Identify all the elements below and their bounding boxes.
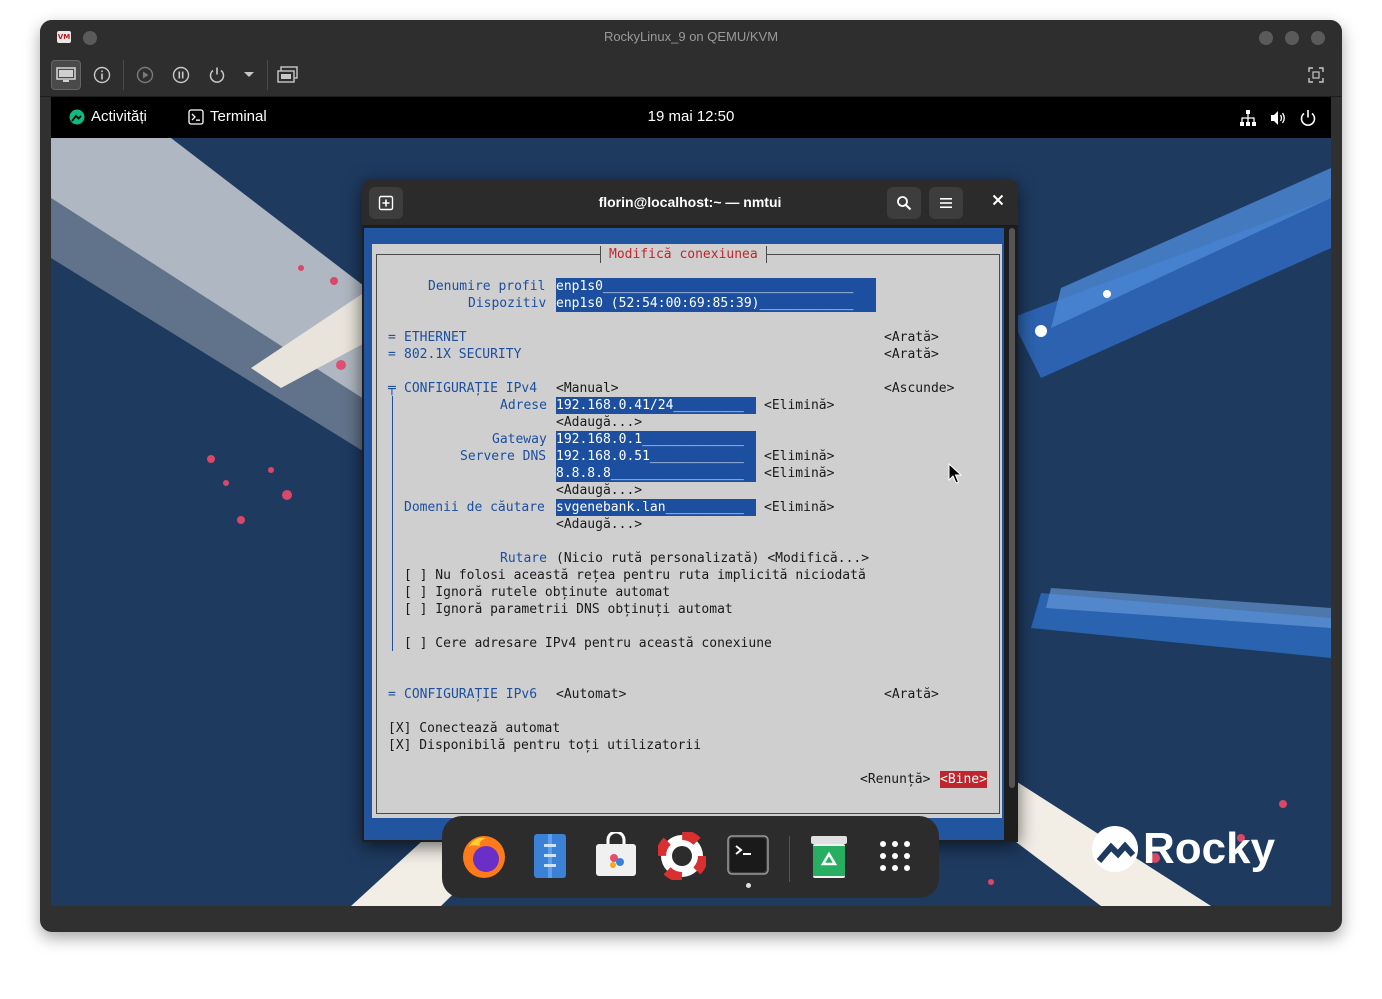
terminal-scrollbar[interactable]	[1009, 228, 1015, 788]
addresses-label: Adrese	[500, 398, 547, 413]
ipv6-mode-dropdown[interactable]: <Automat>	[556, 686, 626, 703]
search-icon	[897, 196, 912, 211]
ipv6-marker: =	[388, 687, 396, 702]
ipv6-section-label: CONFIGURAȚIE IPv6	[404, 687, 538, 702]
shutdown-icon[interactable]	[202, 60, 232, 90]
window-titlebar[interactable]: VM RockyLinux_9 on QEMU/KVM	[40, 20, 1342, 54]
toolbar-separator	[123, 60, 124, 90]
address-field[interactable]: 192.168.0.41/24_________	[556, 397, 756, 414]
ethernet-section-label: ETHERNET	[404, 330, 467, 345]
volume-icon[interactable]	[1269, 109, 1287, 127]
gateway-field[interactable]: 192.168.0.1_____________	[556, 431, 756, 448]
search-domain-add-button[interactable]: <Adaugă...>	[556, 516, 642, 533]
dropdown-icon[interactable]	[234, 60, 264, 90]
terminal-window[interactable]: florin@localhost:~ — nmtui Modifică cone	[362, 180, 1018, 842]
terminal-icon[interactable]	[724, 832, 772, 880]
mouse-cursor-icon	[948, 463, 962, 484]
dns-field-2[interactable]: 8.8.8.8_________________	[556, 465, 756, 482]
gateway-label: Gateway	[492, 432, 547, 447]
dash-dock	[442, 816, 939, 898]
dns-2-remove-button[interactable]: <Elimină>	[764, 465, 834, 482]
ignore-routes-checkbox[interactable]: [ ] Ignoră rutele obținute automat	[404, 584, 670, 601]
device-field[interactable]: enp1s0 (52:54:00:69:85:39)____________	[556, 295, 876, 312]
ethernet-marker: =	[388, 330, 396, 345]
address-add-button[interactable]: <Adaugă...>	[556, 414, 642, 431]
profile-name-label: Denumire profil	[428, 279, 546, 294]
console-icon[interactable]	[51, 60, 81, 90]
running-indicator	[746, 883, 751, 888]
rocky-logo: Rocky	[1091, 824, 1275, 874]
power-icon[interactable]	[1299, 109, 1317, 127]
guest-display[interactable]: Activități Terminal 19 mai 12:50 Rocky f…	[51, 97, 1331, 906]
routing-edit-button[interactable]: (Nicio rută personalizată) <Modifică...>	[556, 550, 869, 567]
search-domain-field[interactable]: svgenebank.lan__________	[556, 499, 756, 516]
fullscreen-icon[interactable]	[1301, 60, 1331, 90]
profile-name-field[interactable]: enp1s0________________________________	[556, 278, 876, 295]
network-icon[interactable]	[1239, 109, 1257, 127]
pause-icon[interactable]	[166, 60, 196, 90]
menu-button[interactable]	[929, 187, 963, 219]
dialog-title: Modifică conexiunea	[600, 246, 767, 263]
app-grid-icon[interactable]	[871, 832, 919, 880]
clock[interactable]: 19 mai 12:50	[51, 108, 1331, 125]
device-label: Dispozitiv	[468, 296, 547, 311]
dns-add-button[interactable]: <Adaugă...>	[556, 482, 642, 499]
ipv6-show-button[interactable]: <Arată>	[884, 686, 939, 703]
ipv4-hide-button[interactable]: <Ascunde>	[884, 380, 954, 397]
search-button[interactable]	[887, 187, 921, 219]
address-remove-button[interactable]: <Elimină>	[764, 397, 834, 414]
ipv4-marker: ╤	[388, 381, 396, 396]
search-domain-remove-button[interactable]: <Elimină>	[764, 499, 834, 516]
cancel-button[interactable]: <Renunță>	[860, 771, 930, 788]
system-tray[interactable]	[1239, 109, 1317, 127]
help-icon[interactable]	[656, 830, 708, 882]
terminal-headerbar[interactable]: florin@localhost:~ — nmtui	[362, 180, 1018, 226]
all-users-checkbox[interactable]: [X] Disponibilă pentru toți utilizatorii	[388, 737, 701, 754]
close-icon	[992, 194, 1004, 206]
vm-toolbar	[40, 54, 1342, 97]
ipv4-section-bracket	[392, 396, 393, 651]
require-ipv4-checkbox[interactable]: [ ] Cere adresare IPv4 pentru această co…	[404, 635, 772, 652]
security-show-button[interactable]: <Arată>	[884, 346, 939, 363]
close-button[interactable]	[1311, 31, 1325, 45]
ok-button[interactable]: <Bine>	[940, 771, 987, 788]
trash-icon[interactable]	[805, 832, 853, 880]
ignore-dns-checkbox[interactable]: [ ] Ignoră parametrii DNS obținuți autom…	[404, 601, 733, 618]
rocky-logo-icon	[1092, 826, 1138, 872]
security-section-label: 802.1X SECURITY	[404, 347, 522, 362]
ipv4-mode-dropdown[interactable]: <Manual>	[556, 380, 619, 397]
routing-label: Rutare	[500, 551, 547, 566]
info-icon[interactable]	[87, 60, 117, 90]
run-icon[interactable]	[130, 60, 160, 90]
gnome-top-bar: Activități Terminal 19 mai 12:50	[51, 97, 1331, 138]
software-icon[interactable]	[592, 830, 640, 880]
minimize-button[interactable]	[1259, 31, 1273, 45]
security-marker: =	[388, 347, 396, 362]
autoconnect-checkbox[interactable]: [X] Conectează automat	[388, 720, 560, 737]
toolbar-separator	[267, 60, 268, 90]
nmtui-screen[interactable]: Modifică conexiunea Denumire profil enp1…	[364, 228, 1004, 840]
dock-separator	[789, 836, 790, 882]
dns-field-1[interactable]: 192.168.0.51____________	[556, 448, 756, 465]
search-domains-label: Domenii de căutare	[404, 500, 545, 515]
rocky-logo-text: Rocky	[1143, 824, 1276, 873]
vm-window: VM RockyLinux_9 on QEMU/KVM Activități T…	[40, 20, 1342, 932]
ethernet-show-button[interactable]: <Arată>	[884, 329, 939, 346]
ipv4-section-label: CONFIGURAȚIE IPv4	[404, 381, 538, 396]
hamburger-menu-icon	[940, 198, 952, 208]
window-title: RockyLinux_9 on QEMU/KVM	[603, 29, 779, 44]
files-icon[interactable]	[526, 832, 574, 880]
screenshot-icon[interactable]	[273, 60, 303, 90]
desktop-wallpaper[interactable]: Rocky florin@localhost:~ — nmtui Modific…	[51, 138, 1331, 906]
dns-1-remove-button[interactable]: <Elimină>	[764, 448, 834, 465]
terminal-close-button[interactable]	[992, 193, 1004, 210]
maximize-button[interactable]	[1285, 31, 1299, 45]
firefox-icon[interactable]	[460, 832, 508, 880]
dns-label: Servere DNS	[460, 449, 547, 464]
edit-connection-dialog: Modifică conexiunea Denumire profil enp1…	[372, 244, 1002, 818]
never-default-checkbox[interactable]: [ ] Nu folosi această rețea pentru ruta …	[404, 567, 866, 584]
